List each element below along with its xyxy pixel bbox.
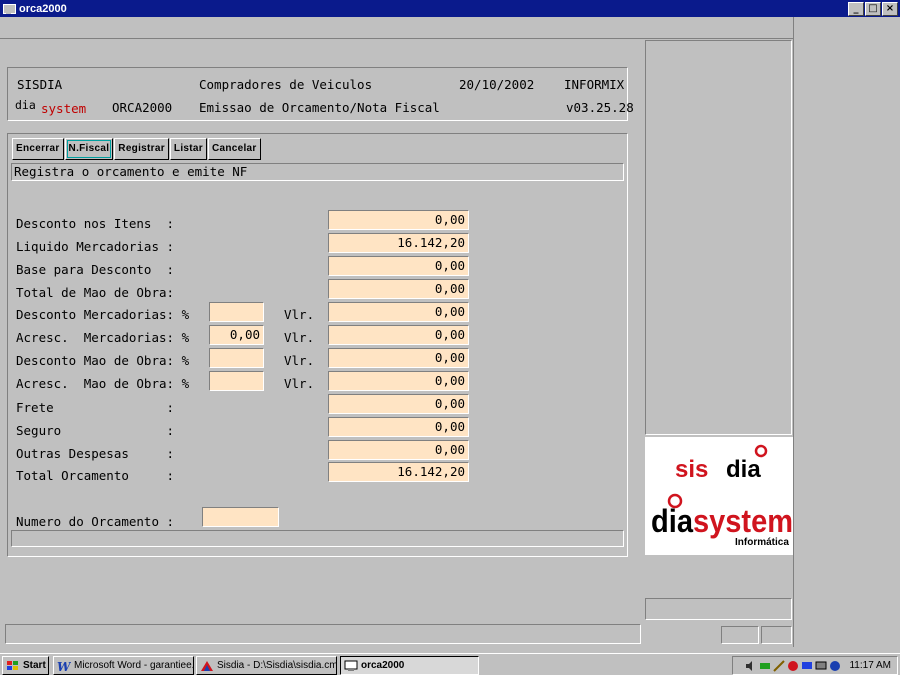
monitor-icon[interactable] <box>815 660 827 672</box>
desconto-itens-label: Desconto nos Itens : <box>16 216 175 231</box>
side-panel <box>645 40 792 435</box>
logo-top-b: dia <box>726 456 761 483</box>
liquido-mercadorias-label: Liquido Mercadorias : <box>16 239 175 254</box>
toolbar: Encerrar N.Fiscal Registrar Listar Cance… <box>12 138 262 160</box>
maximize-button[interactable]: □ <box>865 2 881 16</box>
company-logo: sis dia dia system Informática <box>645 437 793 555</box>
task-orca2000-label: orca2000 <box>361 660 405 671</box>
acresc-mao-obra-label: Acresc. Mao de Obra: % <box>16 376 190 391</box>
desconto-mao-obra-label: Desconto Mao de Obra: % <box>16 353 190 368</box>
task-word-label: Microsoft Word - garantiee... <box>74 660 194 671</box>
antivirus-icon[interactable] <box>787 660 799 672</box>
system-tray: 11:17 AM <box>732 656 898 675</box>
side-panel-bottom <box>645 598 792 620</box>
logo-bottom-b: system <box>693 503 793 539</box>
logo-bottom-a: dia <box>651 503 693 539</box>
base-desconto-field[interactable]: 0,00 <box>328 256 469 276</box>
status-message: Registra o orcamento e emite NF <box>11 163 624 181</box>
desconto-mercadorias-label: Desconto Mercadorias: % <box>16 307 190 322</box>
nota-fiscal-button[interactable]: N.Fiscal <box>64 138 114 160</box>
desconto-mercadorias-pct-field[interactable] <box>209 302 264 322</box>
numero-orcamento-label: Numero do Orcamento : <box>16 514 175 529</box>
task-orca2000[interactable]: orca2000 <box>340 656 479 675</box>
version: v03.25.28 <box>566 100 634 115</box>
frete-label: Frete : <box>16 400 175 415</box>
frete-field[interactable]: 0,00 <box>328 394 469 414</box>
module-subtitle: Compradores de Veiculos <box>199 77 373 92</box>
numero-orcamento-field[interactable] <box>202 507 279 527</box>
acresc-mercadorias-label: Acresc. Mercadorias: % <box>16 330 190 345</box>
outras-despesas-label: Outras Despesas : <box>16 446 175 461</box>
total-orcamento-field[interactable]: 16.142,20 <box>328 462 469 482</box>
window-title: orca2000 <box>19 2 67 15</box>
task-word[interactable]: W Microsoft Word - garantiee... <box>53 656 194 675</box>
app-icon <box>3 3 16 15</box>
window-status-bar <box>5 624 641 644</box>
clock: 11:17 AM <box>849 660 891 671</box>
start-button[interactable]: Start <box>2 656 49 675</box>
task-sisdia[interactable]: Sisdia - D:\Sisdia\sisdia.cmd <box>196 656 337 675</box>
right-strip <box>793 17 900 647</box>
speaker-icon[interactable] <box>745 660 757 672</box>
title-bar: orca2000 _ □ × <box>0 0 900 17</box>
form-panel <box>7 133 628 557</box>
total-mao-obra-label: Total de Mao de Obra: <box>16 285 175 300</box>
total-mao-obra-field[interactable]: 0,00 <box>328 279 469 299</box>
acresc-mercadorias-field[interactable]: 0,00 <box>328 325 469 345</box>
logo-top-a: sis <box>675 456 708 483</box>
acresc-mao-obra-field[interactable]: 0,00 <box>328 371 469 391</box>
vlr-label: Vlr. <box>284 353 315 368</box>
word-icon: W <box>57 660 71 672</box>
database-name: INFORMIX <box>564 77 625 92</box>
network-icon[interactable] <box>759 660 771 672</box>
acresc-mercadorias-pct-field[interactable]: 0,00 <box>209 325 264 345</box>
acresc-mao-obra-pct-field[interactable] <box>209 371 264 391</box>
start-label: Start <box>23 660 46 671</box>
vlr-label: Vlr. <box>284 307 315 322</box>
minimize-button[interactable]: _ <box>848 2 864 16</box>
logo-graphic: sis dia dia system Informática <box>651 444 793 548</box>
liquido-mercadorias-field[interactable]: 16.142,20 <box>328 233 469 253</box>
menu-bar <box>0 17 793 39</box>
desconto-mercadorias-field[interactable]: 0,00 <box>328 302 469 322</box>
program-description: Emissao de Orcamento/Nota Fiscal <box>199 100 440 115</box>
display-icon[interactable] <box>801 660 813 672</box>
outras-despesas-field[interactable]: 0,00 <box>328 440 469 460</box>
form-status-bar <box>11 530 624 547</box>
vlr-label: Vlr. <box>284 376 315 391</box>
header-date: 20/10/2002 <box>459 77 535 92</box>
taskbar: Start W Microsoft Word - garantiee... Si… <box>0 653 900 675</box>
sisdia-icon <box>201 660 213 671</box>
logo-bottom-c: Informática <box>735 537 789 548</box>
brand-suffix: system <box>41 101 87 116</box>
window-controls: _ □ × <box>847 2 898 16</box>
registrar-button[interactable]: Registrar <box>114 138 169 160</box>
company-name: SISDIA <box>17 77 63 92</box>
svg-text:W: W <box>57 660 71 672</box>
close-button[interactable]: × <box>882 2 898 16</box>
program-name: ORCA2000 <box>112 100 173 115</box>
desconto-itens-field[interactable]: 0,00 <box>328 210 469 230</box>
seguro-label: Seguro : <box>16 423 175 438</box>
cancelar-button[interactable]: Cancelar <box>207 138 261 160</box>
status-cell <box>761 626 792 644</box>
messenger-icon[interactable] <box>829 660 841 672</box>
status-cell <box>721 626 759 644</box>
task-sisdia-label: Sisdia - D:\Sisdia\sisdia.cmd <box>217 660 337 671</box>
desconto-mao-obra-pct-field[interactable] <box>209 348 264 368</box>
encerrar-button[interactable]: Encerrar <box>12 138 64 160</box>
brand-prefix: dia <box>15 98 36 112</box>
windows-logo-icon <box>7 660 18 670</box>
tool-icon[interactable] <box>773 659 786 672</box>
desconto-mao-obra-field[interactable]: 0,00 <box>328 348 469 368</box>
listar-button[interactable]: Listar <box>169 138 207 160</box>
total-orcamento-label: Total Orcamento : <box>16 468 175 483</box>
vlr-label: Vlr. <box>284 330 315 345</box>
console-icon <box>344 660 358 671</box>
seguro-field[interactable]: 0,00 <box>328 417 469 437</box>
base-desconto-label: Base para Desconto : <box>16 262 175 277</box>
